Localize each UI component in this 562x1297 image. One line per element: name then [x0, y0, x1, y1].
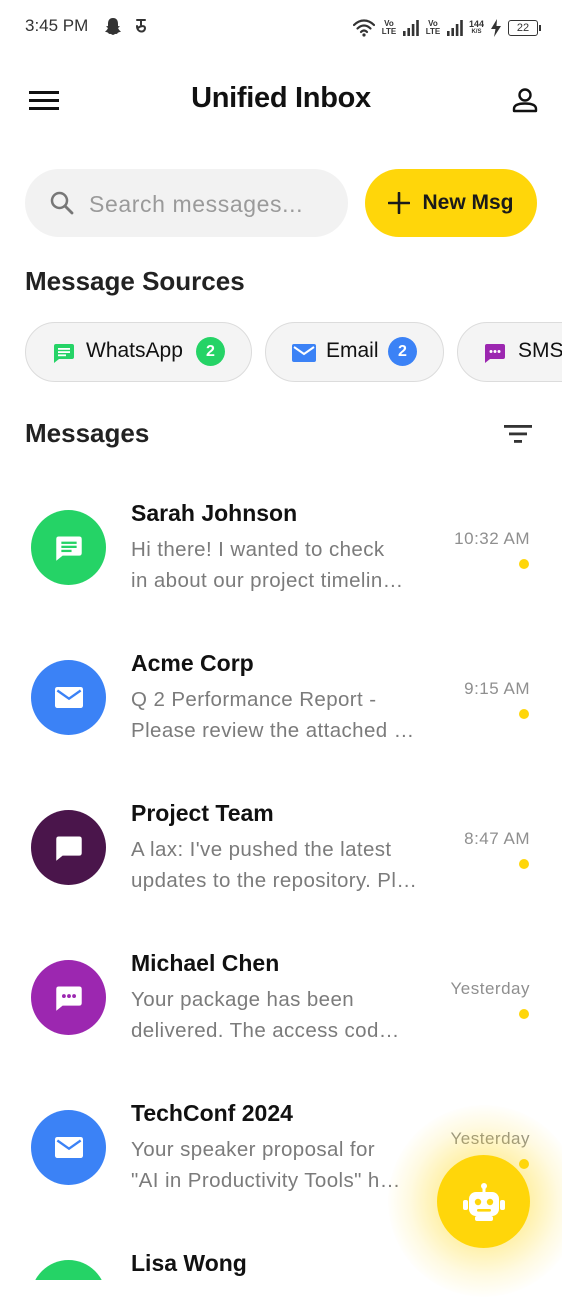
- chip-label-sms: SMS: [518, 339, 562, 362]
- avatar: [31, 960, 106, 1035]
- avatar: [31, 1260, 106, 1280]
- status-time: 3:45 PM: [25, 16, 89, 35]
- wifi-icon: [352, 19, 375, 37]
- search-icon: [50, 191, 74, 215]
- app-notification-icon: [136, 19, 147, 33]
- mail-icon: [292, 344, 316, 362]
- filter-icon: [504, 425, 532, 443]
- avatar: [31, 660, 106, 735]
- unread-indicator: [519, 709, 529, 719]
- message-row-michael-chen[interactable]: Michael Chen Your package has been deliv…: [0, 935, 562, 1085]
- volte-label-2: Vo LTE: [425, 19, 441, 36]
- preview-line: Please review the attached …: [131, 719, 415, 742]
- sender-name: Michael Chen: [131, 950, 280, 976]
- unread-indicator: [519, 1009, 529, 1019]
- sms-icon: [485, 344, 505, 363]
- message-preview: Hi there! I wanted to check in about our…: [131, 534, 431, 596]
- sender-name: Project Team: [131, 800, 274, 826]
- assistant-fab[interactable]: [437, 1155, 530, 1248]
- message-time: 8:47 AM: [464, 829, 530, 848]
- preview-line: in about our project timelin…: [131, 569, 404, 592]
- new-message-button[interactable]: New Msg: [365, 169, 537, 237]
- source-chips: WhatsApp 2 Email 2 SMS: [25, 322, 562, 384]
- unread-indicator: [519, 559, 529, 569]
- message-row-acme-corp[interactable]: Acme Corp Q 2 Performance Report - Pleas…: [0, 635, 562, 785]
- message-time: 9:15 AM: [464, 679, 530, 698]
- message-row-project-team[interactable]: Project Team A lax: I've pushed the late…: [0, 785, 562, 935]
- new-message-label: New Msg: [422, 191, 514, 214]
- chip-count-email: 2: [388, 337, 417, 366]
- chip-count-whatsapp: 2: [196, 337, 225, 366]
- avatar: [31, 810, 106, 885]
- chip-label-whatsapp: WhatsApp: [86, 339, 183, 362]
- filter-button[interactable]: [502, 422, 534, 446]
- preview-line: Your speaker proposal for: [131, 1138, 375, 1161]
- message-preview: Your speaker proposal for "AI in Product…: [131, 1134, 431, 1196]
- mail-icon: [54, 687, 83, 708]
- network-speed-unit: K/S: [471, 29, 482, 35]
- chip-email[interactable]: Email 2: [265, 322, 444, 382]
- preview-line: Q 2 Performance Report -: [131, 688, 377, 711]
- chat-icon: [55, 536, 82, 561]
- preview-line: updates to the repository. Pl…: [131, 869, 418, 892]
- sender-name: Lisa Wong: [131, 1250, 247, 1276]
- robot-icon: [462, 1182, 505, 1221]
- sender-name: TechConf 2024: [131, 1100, 293, 1126]
- page-title: Unified Inbox: [191, 82, 371, 114]
- preview-line: Your package has been: [131, 988, 355, 1011]
- message-row-sarah-johnson[interactable]: Sarah Johnson Hi there! I wanted to chec…: [0, 485, 562, 635]
- person-icon: [512, 88, 538, 113]
- message-preview: Q 2 Performance Report - Please review t…: [131, 684, 431, 746]
- message-preview: Your package has been delivered. The acc…: [131, 984, 431, 1046]
- search-input[interactable]: [87, 169, 341, 239]
- message-time: 10:32 AM: [454, 529, 530, 548]
- unread-indicator: [519, 1159, 529, 1169]
- signal-icon-2: [446, 20, 463, 36]
- unread-indicator: [519, 859, 529, 869]
- chat-icon: [54, 344, 74, 363]
- chip-whatsapp[interactable]: WhatsApp 2: [25, 322, 252, 382]
- preview-line: A lax: I've pushed the latest: [131, 838, 392, 861]
- network-speed-value: 144: [468, 19, 484, 29]
- snapchat-icon: [105, 18, 121, 35]
- message-preview: A lax: I've pushed the latest updates to…: [131, 834, 431, 896]
- network-speed: 144 K/S: [469, 20, 484, 36]
- message-time: Yesterday: [450, 979, 530, 998]
- message-time: Yesterday: [450, 1129, 530, 1148]
- plus-icon: [388, 192, 411, 214]
- sms-icon: [55, 986, 82, 1011]
- avatar: [31, 1110, 106, 1185]
- volte-label-1: Vo LTE: [381, 19, 397, 36]
- sources-title: Message Sources: [25, 266, 245, 296]
- message-icon: [55, 836, 82, 861]
- preview-line: delivered. The access cod…: [131, 1019, 400, 1042]
- preview-line: "AI in Productivity Tools" h…: [131, 1169, 401, 1192]
- profile-button[interactable]: [510, 86, 540, 116]
- preview-line: Hi there! I wanted to check: [131, 538, 385, 561]
- sender-name: Acme Corp: [131, 650, 254, 676]
- avatar: [31, 510, 106, 585]
- status-indicators: Vo LTE Vo LTE 144 K/S 22: [352, 14, 541, 42]
- signal-icon-1: [402, 20, 419, 36]
- mail-icon: [54, 1137, 83, 1158]
- sender-name: Sarah Johnson: [131, 500, 298, 526]
- battery-icon: 22: [508, 20, 541, 36]
- chip-label-email: Email: [326, 339, 379, 362]
- messages-title: Messages: [25, 418, 150, 448]
- charging-icon: [491, 19, 501, 37]
- search-bar[interactable]: [25, 169, 348, 239]
- chip-sms[interactable]: SMS: [457, 322, 562, 382]
- status-bar: 3:45 PM Vo LTE Vo LTE 144 K/S 22: [0, 0, 562, 56]
